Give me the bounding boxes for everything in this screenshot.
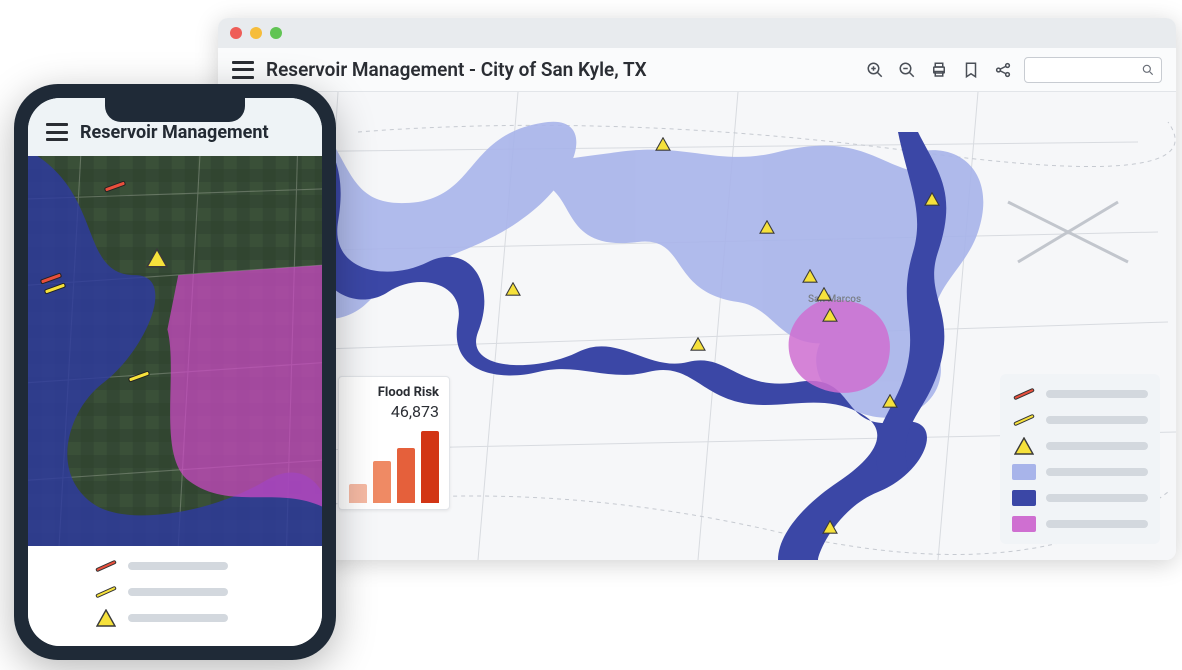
legend-item[interactable] [1012,438,1148,454]
widget-value: 46,873 [349,402,439,421]
search-input[interactable] [1024,57,1162,83]
bar-4 [421,431,439,503]
alert-marker[interactable] [690,337,706,351]
mobile-legend [28,546,322,646]
legend-swatch-line-yellow-icon [1012,412,1036,428]
app-toolbar: Reservoir Management - City of San Kyle,… [218,48,1176,92]
bar-3 [397,448,415,503]
legend-swatch-fill-light-icon [1012,464,1036,480]
legend-label-placeholder [128,562,228,570]
alert-marker[interactable] [505,282,521,296]
legend-swatch-triangle-icon [94,610,118,626]
legend-swatch-line-yellow-icon [94,584,118,600]
mobile-device-frame: Reservoir Management [14,84,336,660]
alert-marker[interactable] [822,520,838,534]
legend-swatch-triangle-icon [1012,438,1036,454]
mobile-screen: Reservoir Management [28,98,322,646]
legend-item[interactable] [1012,386,1148,402]
toolbar-actions [866,61,1012,79]
legend-swatch-fill-pink-icon [1012,516,1036,532]
desktop-app-window: Reservoir Management - City of San Kyle,… [218,18,1176,560]
menu-icon[interactable] [232,61,254,79]
legend-item[interactable] [44,558,306,574]
legend-label-placeholder [128,588,228,596]
legend-swatch-line-red-icon [1012,386,1036,402]
mobile-title: Reservoir Management [80,122,269,143]
legend-item[interactable] [44,584,306,600]
mobile-map-basemap [28,156,322,546]
flood-risk-widget[interactable]: Flood Risk 46,873 [338,376,450,510]
map-legend [1000,374,1160,544]
legend-swatch-line-red-icon [94,558,118,574]
share-icon[interactable] [994,61,1012,79]
zoom-in-icon[interactable] [866,61,884,79]
print-icon[interactable] [930,61,948,79]
legend-swatch-fill-dark-icon [1012,490,1036,506]
legend-item[interactable] [1012,490,1148,506]
legend-label-placeholder [1046,442,1148,450]
legend-label-placeholder [1046,494,1148,502]
alert-marker[interactable] [924,192,940,206]
bar-1 [349,484,367,503]
alert-marker[interactable] [146,248,168,268]
legend-item[interactable] [1012,516,1148,532]
window-close-dot[interactable] [230,27,242,39]
bar-2 [373,461,391,503]
legend-item[interactable] [44,610,306,626]
alert-marker[interactable] [759,220,775,234]
window-maximize-dot[interactable] [270,27,282,39]
alert-marker[interactable] [822,308,838,322]
menu-icon[interactable] [46,123,68,141]
alert-marker[interactable] [802,269,818,283]
mobile-map-canvas[interactable] [28,156,322,546]
zoom-out-icon[interactable] [898,61,916,79]
alert-marker[interactable] [882,394,898,408]
legend-label-placeholder [1046,416,1148,424]
legend-item[interactable] [1012,464,1148,480]
map-canvas[interactable]: San Marcos Flood Risk 46,873 [218,92,1176,560]
legend-label-placeholder [1046,390,1148,398]
alert-marker[interactable] [816,287,832,301]
app-title: Reservoir Management - City of San Kyle,… [266,58,647,81]
legend-item[interactable] [1012,412,1148,428]
widget-bar-chart [349,427,439,503]
search-icon [1141,63,1155,77]
bookmark-icon[interactable] [962,61,980,79]
phone-notch [105,98,245,122]
legend-label-placeholder [1046,520,1148,528]
window-titlebar [218,18,1176,48]
legend-label-placeholder [1046,468,1148,476]
widget-title: Flood Risk [349,385,439,400]
alert-marker[interactable] [655,137,671,151]
legend-label-placeholder [128,614,228,622]
window-minimize-dot[interactable] [250,27,262,39]
